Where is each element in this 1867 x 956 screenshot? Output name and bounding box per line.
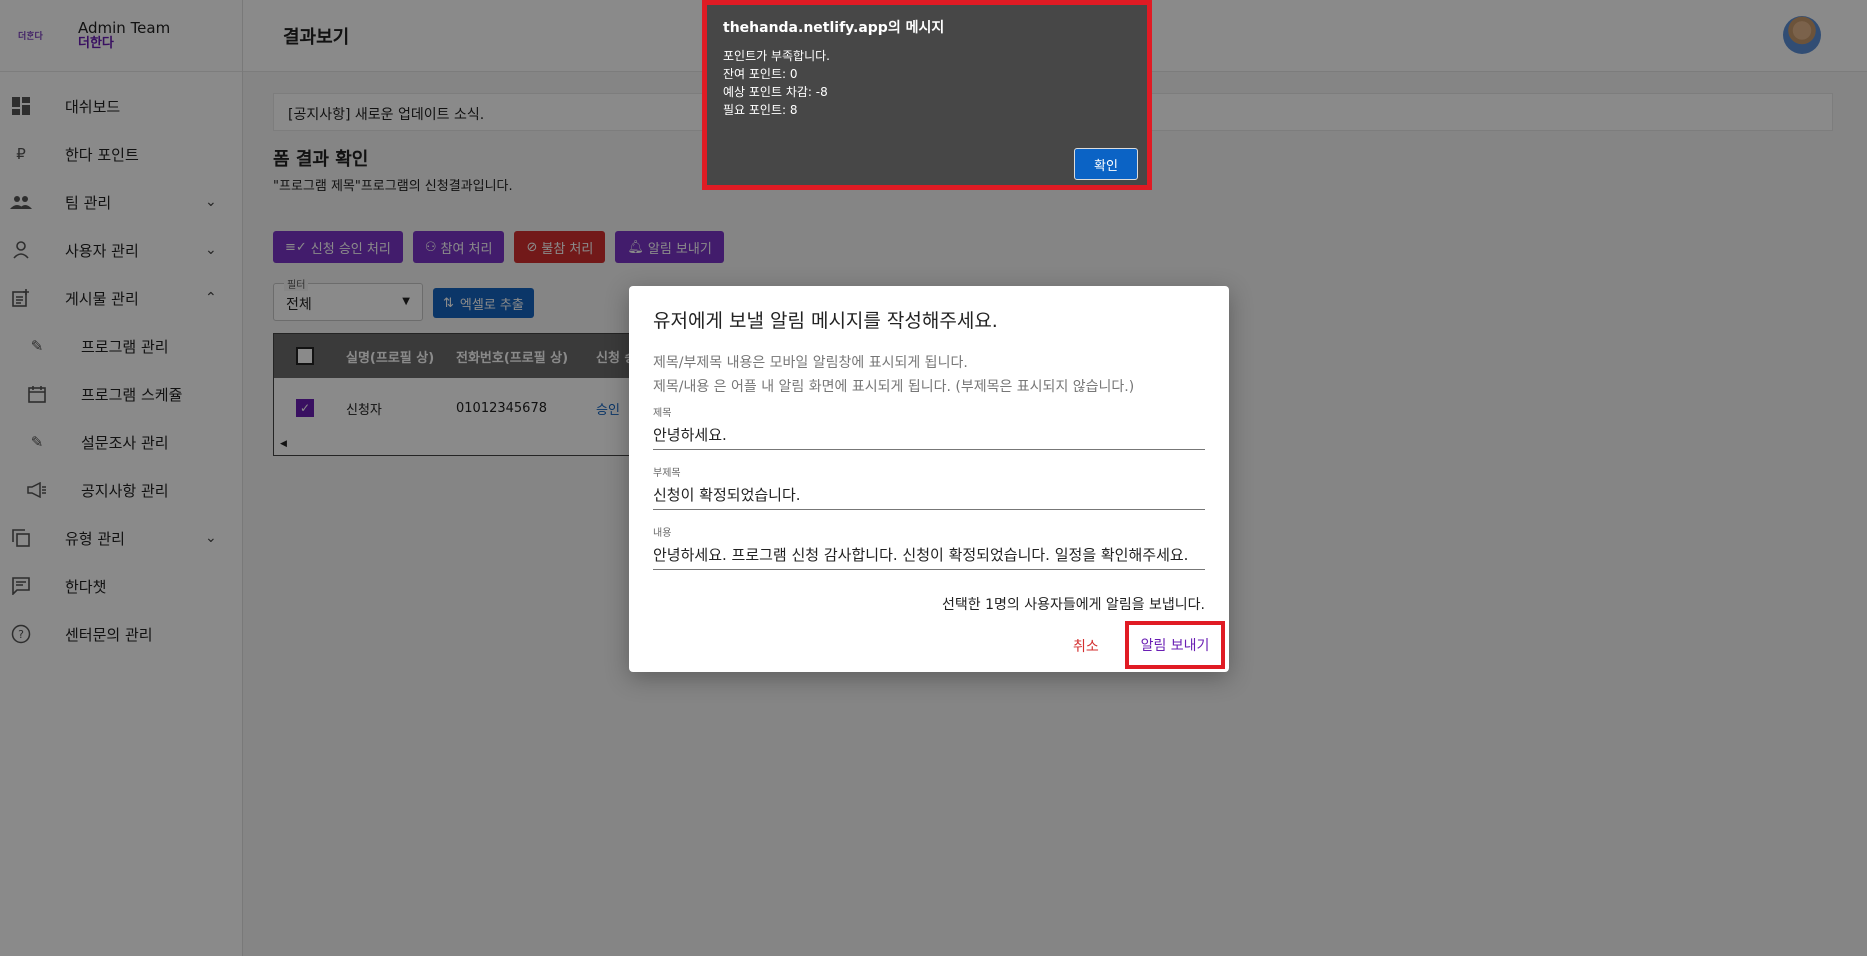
alert-title: thehanda.netlify.app의 메시지 [723,20,945,36]
title-field-label: 제목 [653,408,672,419]
recipient-count: 선택한 1명의 사용자들에게 알림을 보냅니다. [942,597,1205,613]
title-field: 제목 [653,404,1205,450]
alert-message: 포인트가 부족합니다. 잔여 포인트: 0 예상 포인트 차감: -8 필요 포… [723,47,830,119]
content-field-label: 내용 [653,528,672,539]
subtitle-field: 부제목 [653,464,1205,510]
notification-dialog: 유저에게 보낼 알림 메시지를 작성해주세요. 제목/부제목 내용은 모바일 알… [629,286,1229,672]
content-field: 내용 [653,524,1205,570]
content-input[interactable] [653,539,1205,569]
title-input[interactable] [653,419,1205,449]
subtitle-field-label: 부제목 [653,468,681,479]
cancel-button[interactable]: 취소 [1073,636,1099,656]
alert-line: 필요 포인트: 8 [723,103,798,117]
alert-line: 포인트가 부족합니다. [723,49,830,63]
alert-ok-button[interactable]: 확인 [1074,148,1138,180]
alert-line: 잔여 포인트: 0 [723,67,798,81]
dialog-title: 유저에게 보낼 알림 메시지를 작성해주세요. [653,310,998,332]
browser-alert: thehanda.netlify.app의 메시지 포인트가 부족합니다. 잔여… [702,0,1152,190]
dialog-help-text: 제목/내용 은 어플 내 알림 화면에 표시되게 됩니다. (부제목은 표시되지… [653,379,1135,395]
send-notification-button[interactable]: 알림 보내기 [1125,621,1225,669]
dialog-help-text: 제목/부제목 내용은 모바일 알림창에 표시되게 됩니다. [653,355,968,371]
alert-line: 예상 포인트 차감: -8 [723,85,828,99]
subtitle-input[interactable] [653,479,1205,509]
